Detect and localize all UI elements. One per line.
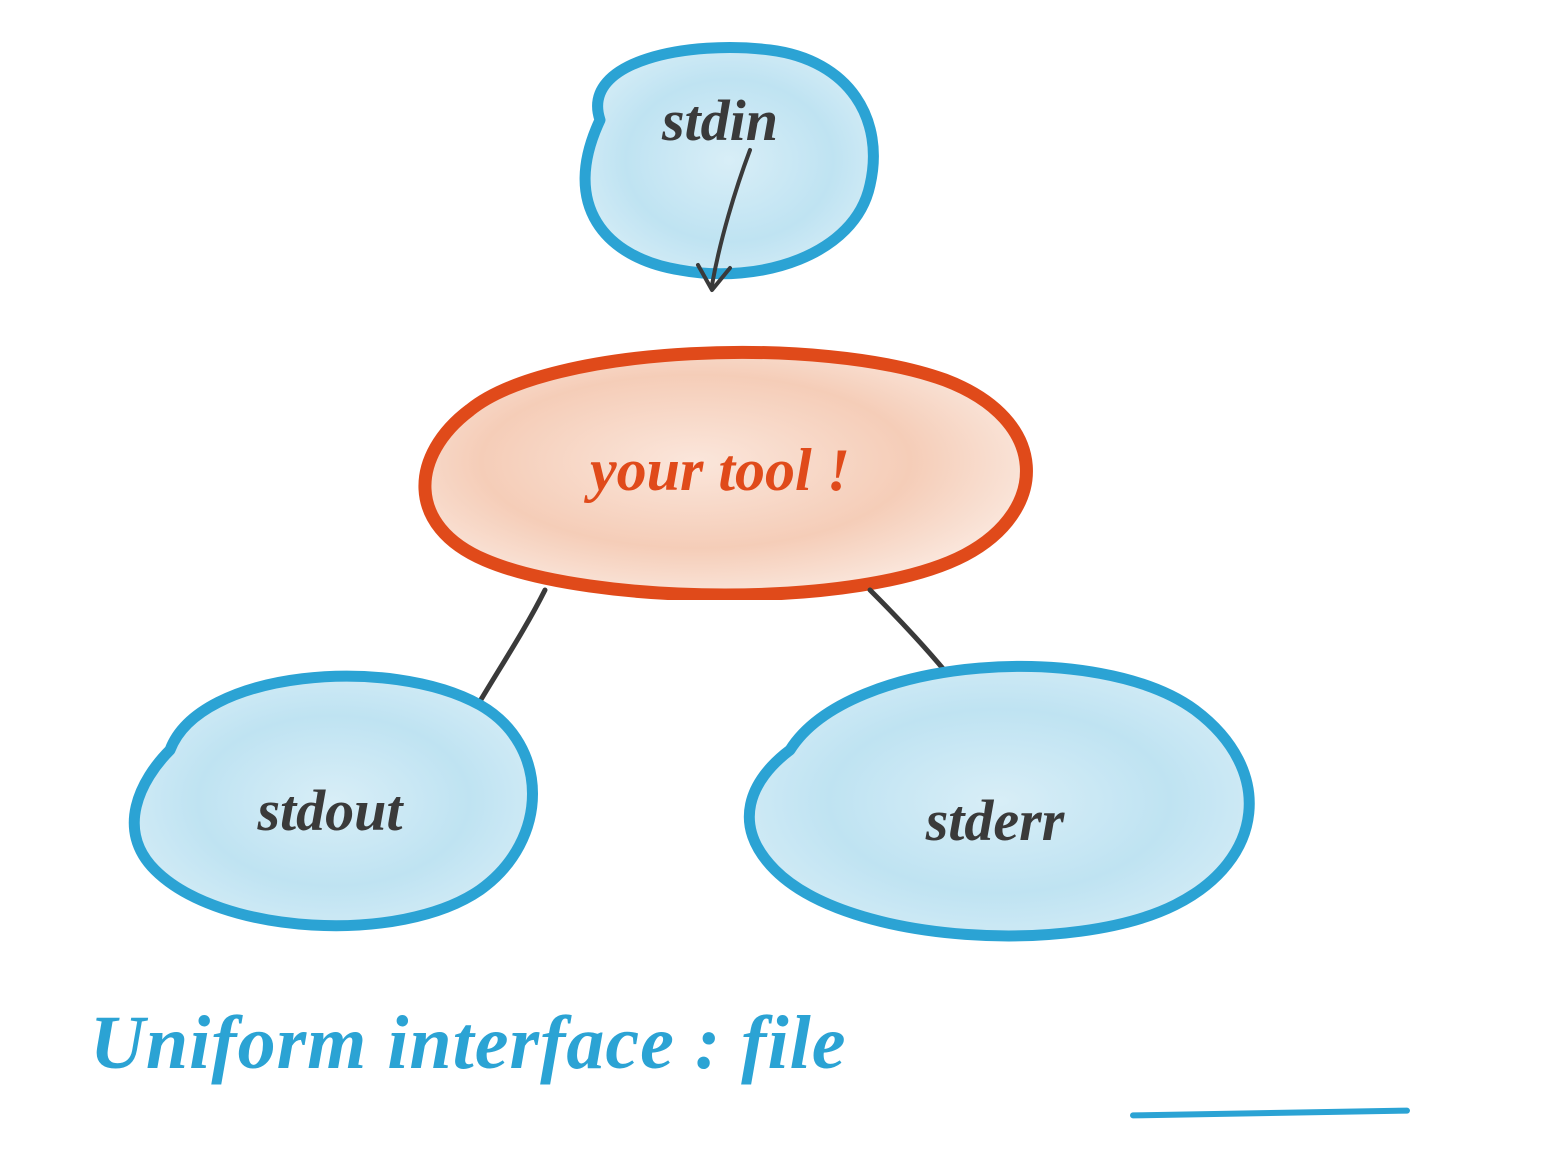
caption-emphasis: file [741,1001,846,1085]
stdin-label: stdin [662,87,778,154]
stderr-node: stderr [720,640,1270,950]
stderr-label: stderr [926,787,1065,854]
stdin-bubble-shape [550,30,890,290]
caption-underline [1130,1108,1410,1119]
stdout-label: stdout [257,777,402,844]
stdin-node: stdin [550,30,890,290]
yourtool-node: your tool ! [390,340,1050,600]
caption-prefix: Uniform interface : [90,1001,721,1085]
diagram-caption: Uniform interface : file [90,1000,846,1087]
yourtool-label: your tool ! [590,436,850,505]
unix-streams-diagram: stdin your tool ! [0,0,1565,1174]
stdout-node: stdout [110,650,550,940]
